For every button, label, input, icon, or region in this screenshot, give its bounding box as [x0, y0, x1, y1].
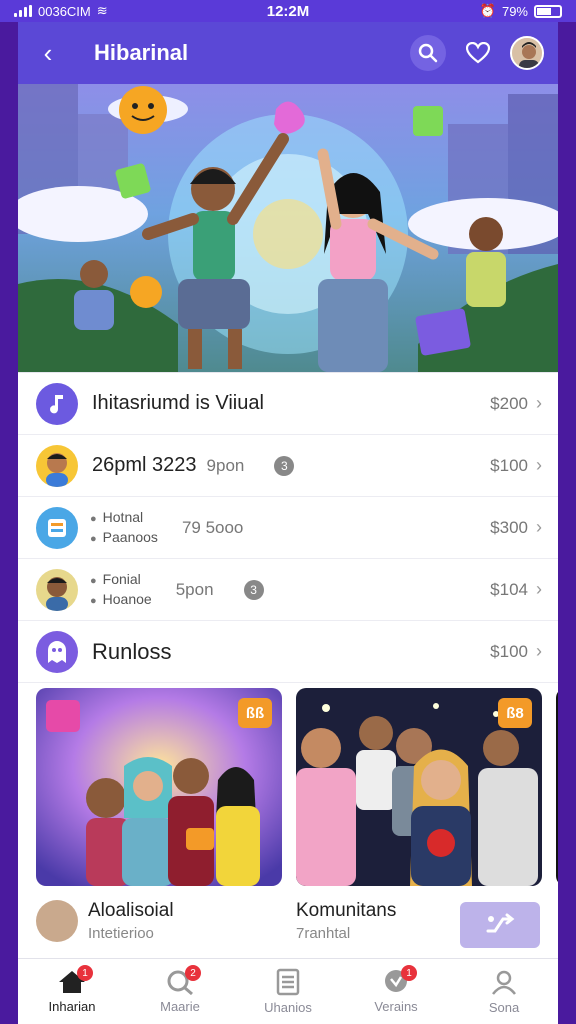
app-card-icon [36, 506, 78, 549]
list-item[interactable]: Runloss $100 › [18, 621, 558, 683]
chevron-right-icon: › [536, 455, 542, 475]
signal-icon [14, 5, 32, 17]
document-icon [276, 968, 300, 996]
row-price: $104 › [490, 579, 542, 600]
nav-item-messages[interactable]: 1 Verains [342, 959, 450, 1024]
notification-badge: 1 [401, 965, 417, 981]
hero-banner[interactable] [18, 84, 558, 372]
chevron-right-icon: › [536, 579, 542, 599]
shuffle-icon [486, 913, 515, 933]
row-meta: Hotnal Paanoos [90, 508, 158, 548]
nav-item-profile[interactable]: Sona [450, 959, 558, 1024]
wifi-icon: ≋ [96, 3, 108, 18]
status-left: 0036CIM ≋ [14, 3, 108, 19]
meta-line: Hotnal [90, 508, 158, 528]
row-price: $100 › [490, 641, 542, 662]
card-image: ßß [36, 688, 282, 886]
avatar [36, 900, 78, 942]
nav-label: Sona [488, 1000, 520, 1015]
row-title: Runloss [92, 638, 172, 664]
content-list: Ihitasriumd is Viiual $200 › 26pml 3223 9… [18, 372, 558, 683]
price-text: $104 [490, 579, 528, 599]
list-item[interactable]: Hotnal Paanoos 79 5ooo $300 › [18, 497, 558, 559]
card-text: Aloalisoial Intetierioo [88, 900, 174, 942]
nav-label: Inharian [48, 999, 96, 1014]
row-price: $300 › [490, 517, 542, 538]
card-text: Komunitans 7ranhtal [296, 900, 396, 942]
price-text: $300 [490, 517, 528, 537]
carrier-text: 0036CIM [38, 3, 91, 19]
nav-label: Uhanios [264, 1000, 312, 1015]
avatar-image [512, 38, 542, 68]
row-title: 26pml 3223 [92, 454, 197, 476]
price-text: $100 [490, 641, 528, 661]
row-sub: 9pon [206, 455, 245, 475]
nav-item-list[interactable]: Uhanios [234, 959, 342, 1024]
hero-illustration [18, 84, 558, 372]
avatar [36, 444, 78, 487]
share-button[interactable] [460, 902, 540, 948]
nav-label: Maarie [160, 999, 200, 1014]
meta-line: Hoanoe [90, 590, 152, 610]
meta-line: Fonial [90, 570, 152, 590]
list-item[interactable]: Ihitasriumd is Viiual $200 › [18, 373, 558, 435]
battery-text: 79% [501, 3, 528, 19]
ghost-icon [36, 630, 78, 673]
row-price: $100 › [490, 455, 542, 476]
alarm-icon: ⏰ [479, 3, 496, 18]
price-text: $200 [490, 393, 528, 413]
coin-icon: 3 [243, 579, 264, 600]
status-bar: 0036CIM ≋ 12:2M ⏰ 79% [0, 0, 576, 22]
row-sub: 79 5ooo [181, 517, 244, 537]
row-sub: 5pon [175, 579, 214, 599]
favorite-button[interactable] [460, 35, 496, 71]
top-actions [410, 35, 544, 71]
music-note-icon [36, 382, 78, 425]
card-footer: Aloalisoial Intetierioo [36, 900, 282, 942]
card-badge: ß8 [498, 698, 532, 728]
heart-icon [466, 42, 490, 64]
profile-avatar[interactable] [510, 36, 544, 70]
card-title: Aloalisoial [88, 900, 174, 921]
notification-badge: 2 [185, 965, 201, 981]
notification-badge: 1 [77, 965, 93, 981]
nav-item-search[interactable]: 2 Maarie [126, 959, 234, 1024]
avatar [36, 568, 78, 611]
chevron-right-icon: › [536, 517, 542, 537]
card-subtitle: Intetierioo [88, 925, 154, 942]
row-title: Ihitasriumd is Viiual [92, 392, 264, 414]
card-subtitle: 7ranhtal [296, 925, 351, 942]
chevron-right-icon: › [536, 393, 542, 413]
back-button[interactable]: ‹ [32, 37, 64, 69]
nav-label: Verains [374, 999, 418, 1014]
next-card-peek[interactable] [556, 688, 558, 886]
top-bar: ‹ Hibarinal [18, 22, 558, 84]
row-price: $200 › [490, 393, 542, 414]
search-icon [418, 43, 438, 63]
search-button[interactable] [410, 35, 446, 71]
card-badge: ßß [238, 698, 272, 728]
meta-line: Paanoos [90, 528, 158, 548]
card-image: ß8 [296, 688, 542, 886]
community-card[interactable]: ßß Aloalisoial Intetierioo [36, 688, 282, 942]
app: ‹ Hibarinal Ihitasriumd is Viiual $200 ›… [18, 22, 558, 1024]
card-title: Komunitans [296, 900, 397, 921]
app-title: Hibarinal [94, 40, 189, 65]
list-item[interactable]: Fonial Hoanoe 5pon 3 $104 › [18, 559, 558, 621]
chevron-right-icon: › [536, 641, 542, 661]
row-meta: Fonial Hoanoe [90, 570, 152, 610]
battery-icon [534, 4, 562, 18]
bottom-nav: 1 Inharian 2 Maarie Uhanios 1 Verains So… [18, 958, 558, 1024]
status-right: ⏰ 79% [480, 3, 562, 19]
coin-icon: 3 [274, 455, 295, 476]
profile-icon [492, 970, 516, 995]
list-item[interactable]: 26pml 3223 9pon 3 $100 › [18, 435, 558, 497]
nav-item-home[interactable]: 1 Inharian [18, 959, 126, 1024]
price-text: $100 [490, 455, 528, 475]
